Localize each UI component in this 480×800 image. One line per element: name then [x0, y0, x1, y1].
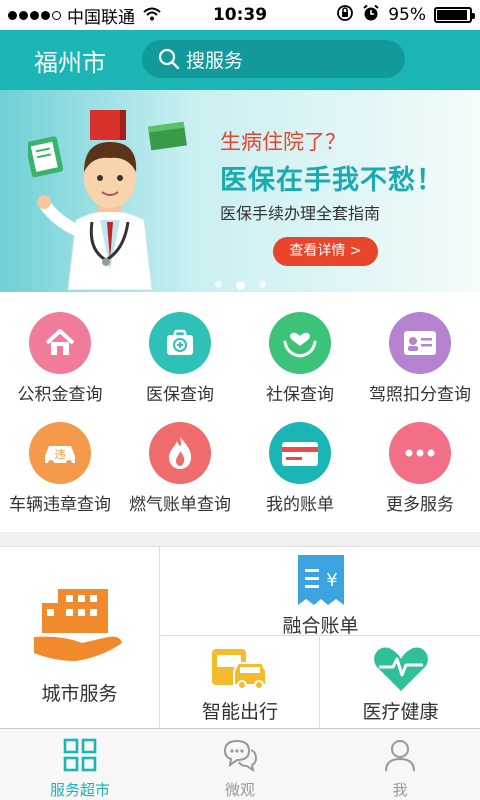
service-gas-bill[interactable]: 燃气账单查询 — [120, 402, 240, 515]
banner-pagination[interactable] — [0, 281, 480, 290]
credit-card-icon — [269, 422, 331, 484]
search-icon — [158, 48, 180, 70]
svg-text:¥: ¥ — [326, 570, 337, 591]
flame-icon — [149, 422, 211, 484]
heartbeat-icon — [373, 647, 428, 691]
city-services-card[interactable]: 城市服务 — [0, 547, 160, 729]
heart-hands-icon — [269, 312, 331, 374]
pagination-dot[interactable] — [214, 281, 222, 288]
view-details-button[interactable]: 查看详情 > — [273, 237, 378, 266]
merged-bill-label: 融合账单 — [282, 615, 359, 637]
signal-strength-icon — [8, 10, 61, 20]
search-bar[interactable]: 搜服务 — [142, 40, 405, 78]
battery-percent: 95% — [388, 5, 426, 25]
smart-travel-label: 智能出行 — [201, 701, 278, 723]
service-label: 我的账单 — [266, 495, 334, 515]
chat-bubble-icon — [223, 739, 258, 773]
search-placeholder: 搜服务 — [186, 49, 244, 72]
status-bar: 中国联通 10:39 95% — [0, 0, 480, 30]
medical-kit-icon — [149, 312, 211, 374]
house-icon — [29, 312, 91, 374]
promo-banner[interactable]: 生病住院了？ 医保在手我不愁！ 医保手续办理全套指南 查看详情 > — [0, 90, 480, 292]
service-label: 燃气账单查询 — [129, 495, 231, 515]
tab-label: 我 — [392, 781, 408, 799]
service-vehicle-violation[interactable]: 违 车辆违章查询 — [0, 402, 120, 515]
wifi-icon — [143, 6, 161, 25]
category-cards: 城市服务 ¥ 融合账单 智能出行 医疗健康 — [0, 546, 480, 729]
user-icon — [385, 740, 415, 772]
id-card-icon — [389, 312, 451, 374]
service-social-security[interactable]: 社保查询 — [240, 292, 360, 405]
smart-travel-card[interactable]: 智能出行 — [161, 637, 320, 729]
alarm-icon — [362, 4, 380, 27]
city-selector[interactable]: 福州市 — [34, 43, 124, 78]
city-services-label: 城市服务 — [41, 683, 118, 705]
bottom-tab-bar: 服务超市 微观 我 — [0, 728, 480, 800]
more-dots-icon — [389, 422, 451, 484]
bus-car-icon — [212, 649, 267, 690]
tab-me[interactable]: 我 — [320, 729, 480, 800]
svg-text:违: 违 — [55, 448, 66, 461]
tab-label: 服务超市 — [49, 781, 110, 799]
service-medical-insurance[interactable]: 医保查询 — [120, 292, 240, 405]
medical-health-label: 医疗健康 — [362, 701, 439, 723]
car-violation-icon: 违 — [29, 422, 91, 484]
banner-headline: 医保在手我不愁！ — [220, 165, 444, 196]
pagination-dot[interactable] — [235, 281, 245, 290]
tab-micro-view[interactable]: 微观 — [160, 729, 320, 800]
banner-subtitle: 医保手续办理全套指南 — [220, 204, 381, 223]
service-label: 车辆违章查询 — [9, 495, 111, 515]
app-header: 福州市 搜服务 — [0, 30, 480, 90]
service-housing-fund[interactable]: 公积金查询 — [0, 292, 120, 405]
service-label: 更多服务 — [386, 495, 454, 515]
tab-service-market[interactable]: 服务超市 — [0, 729, 160, 800]
service-more[interactable]: 更多服务 — [360, 402, 480, 515]
doctor-illustration — [28, 110, 187, 290]
carrier-name: 中国联通 — [67, 7, 135, 28]
service-license-points[interactable]: 驾照扣分查询 — [360, 292, 480, 405]
medical-health-card[interactable]: 医疗健康 — [321, 637, 480, 729]
pagination-dot[interactable] — [258, 281, 266, 288]
merged-bill-card[interactable]: ¥ 融合账单 — [161, 547, 480, 637]
service-grid: 公积金查询 医保查询 社保查询 驾照扣分查询 违 车辆违章查询 燃气账单查询 我… — [0, 292, 480, 532]
grid-icon — [63, 738, 97, 772]
tab-label: 微观 — [224, 781, 255, 799]
service-my-bills[interactable]: 我的账单 — [240, 402, 360, 515]
city-building-hand-icon — [33, 589, 122, 661]
receipt-yen-icon: ¥ — [297, 555, 344, 605]
battery-icon — [434, 7, 475, 23]
banner-title: 生病住院了？ — [220, 130, 346, 154]
orientation-lock-icon — [336, 4, 354, 27]
